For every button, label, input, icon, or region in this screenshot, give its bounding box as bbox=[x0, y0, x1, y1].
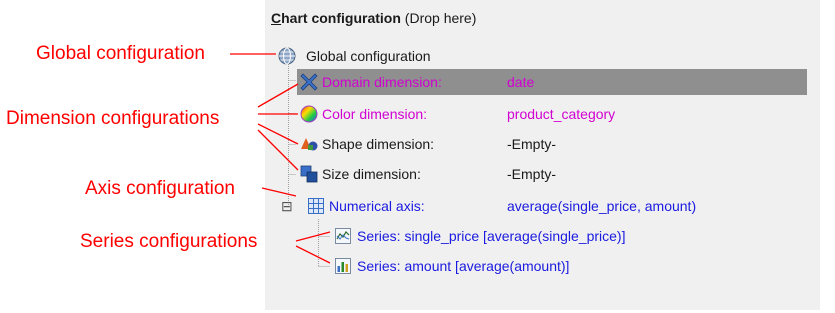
collapse-toggle[interactable]: ⊟ bbox=[281, 199, 293, 213]
series-amount-label: Series: amount [average(amount)] bbox=[357, 258, 570, 274]
panel-title: Chart configuration bbox=[271, 10, 401, 26]
tree-item-series-amount[interactable]: Series: amount [average(amount)] bbox=[334, 254, 804, 278]
domain-dimension-label: Domain dimension: bbox=[322, 74, 442, 90]
global-configuration-label: Global configuration bbox=[306, 48, 431, 64]
shape-dimension-value: -Empty- bbox=[507, 136, 556, 152]
mnemonic-letter: C bbox=[271, 10, 282, 26]
color-dimension-value: product_category bbox=[507, 106, 616, 122]
annotation-dimension-configurations: Dimension configurations bbox=[6, 108, 220, 129]
shape-dimension-label: Shape dimension: bbox=[322, 136, 435, 152]
line-chart-icon bbox=[335, 228, 351, 244]
series-single-price-label: Series: single_price [average(single_pri… bbox=[357, 228, 626, 244]
size-dimension-value: -Empty- bbox=[507, 166, 556, 182]
color-wheel-icon bbox=[300, 105, 318, 123]
panel-header: Chart configuration (Drop here) bbox=[271, 10, 476, 26]
bar-chart-icon bbox=[335, 258, 351, 274]
tree-item-size-dimension[interactable]: Size dimension: -Empty- bbox=[297, 162, 807, 186]
drop-hint: (Drop here) bbox=[400, 10, 477, 26]
tree-item-global-configuration[interactable]: Global configuration bbox=[278, 44, 578, 68]
tree-item-series-single-price[interactable]: Series: single_price [average(single_pri… bbox=[334, 224, 804, 248]
annotation-global-configuration: Global configuration bbox=[36, 43, 205, 64]
tree-item-domain-dimension[interactable]: Domain dimension: date bbox=[297, 70, 807, 94]
cross-arrows-icon bbox=[300, 73, 318, 91]
tree-item-color-dimension[interactable]: Color dimension: product_category bbox=[297, 102, 807, 126]
size-squares-icon bbox=[300, 165, 318, 183]
annotation-axis-configuration: Axis configuration bbox=[85, 178, 235, 199]
panel-title-rest: hart configuration bbox=[281, 10, 401, 26]
grid-axis-icon bbox=[308, 198, 324, 214]
size-dimension-label: Size dimension: bbox=[322, 166, 421, 182]
tree-item-shape-dimension[interactable]: Shape dimension: -Empty- bbox=[297, 132, 807, 156]
shapes-icon bbox=[301, 138, 318, 151]
domain-dimension-value: date bbox=[507, 74, 535, 90]
numerical-axis-label: Numerical axis: bbox=[329, 198, 425, 214]
numerical-axis-value: average(single_price, amount) bbox=[507, 198, 697, 214]
annotation-series-configurations: Series configurations bbox=[80, 231, 258, 252]
tree-item-numerical-axis[interactable]: Numerical axis: average(single_price, am… bbox=[297, 194, 807, 218]
globe-icon bbox=[278, 47, 296, 65]
color-dimension-label: Color dimension: bbox=[322, 106, 428, 122]
